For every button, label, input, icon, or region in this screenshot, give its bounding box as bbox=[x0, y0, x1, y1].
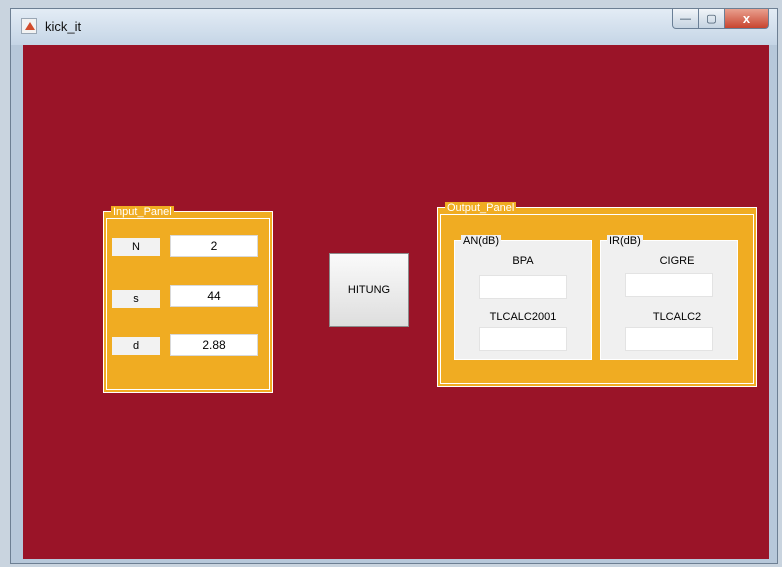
cigre-output bbox=[625, 273, 713, 297]
matlab-icon bbox=[21, 18, 37, 34]
title-bar[interactable]: kick_it — ▢ x bbox=[11, 9, 777, 45]
app-window: kick_it — ▢ x Input_Panel N 2 s 44 d 2.8… bbox=[10, 8, 778, 564]
s-input[interactable]: 44 bbox=[170, 285, 258, 307]
close-button[interactable]: x bbox=[725, 9, 769, 29]
tlcalc2-label: TLCALC2 bbox=[652, 311, 702, 323]
input-panel-title: Input_Panel bbox=[111, 206, 174, 218]
d-input[interactable]: 2.88 bbox=[170, 334, 258, 356]
input-panel: Input_Panel N 2 s 44 d 2.88 bbox=[103, 206, 273, 393]
window-controls: — ▢ x bbox=[672, 9, 769, 29]
bpa-output bbox=[479, 275, 567, 299]
tlcalc2001-label: TLCALC2001 bbox=[489, 311, 557, 323]
minimize-button[interactable]: — bbox=[672, 9, 699, 29]
output-panel-title: Output_Panel bbox=[445, 202, 517, 214]
maximize-button[interactable]: ▢ bbox=[699, 9, 725, 29]
cigre-label: CIGRE bbox=[659, 255, 695, 267]
window-title: kick_it bbox=[45, 19, 82, 34]
an-db-title: AN(dB) bbox=[461, 235, 502, 247]
d-label: d bbox=[112, 337, 160, 355]
ir-db-panel: IR(dB) CIGRE TLCALC2 bbox=[600, 235, 738, 360]
n-label: N bbox=[112, 238, 160, 256]
an-db-panel: AN(dB) BPA TLCALC2001 bbox=[454, 235, 592, 360]
tlcalc2-output bbox=[625, 327, 713, 351]
figure-canvas: Input_Panel N 2 s 44 d 2.88 HITUNG Outpu… bbox=[23, 45, 769, 559]
ir-db-title: IR(dB) bbox=[607, 235, 643, 247]
tlcalc2001-output bbox=[479, 327, 567, 351]
hitung-button[interactable]: HITUNG bbox=[329, 253, 409, 327]
s-label: s bbox=[112, 290, 160, 308]
output-panel: Output_Panel AN(dB) BPA TLCALC2001 IR(dB… bbox=[437, 202, 757, 387]
bpa-label: BPA bbox=[512, 255, 534, 267]
n-input[interactable]: 2 bbox=[170, 235, 258, 257]
